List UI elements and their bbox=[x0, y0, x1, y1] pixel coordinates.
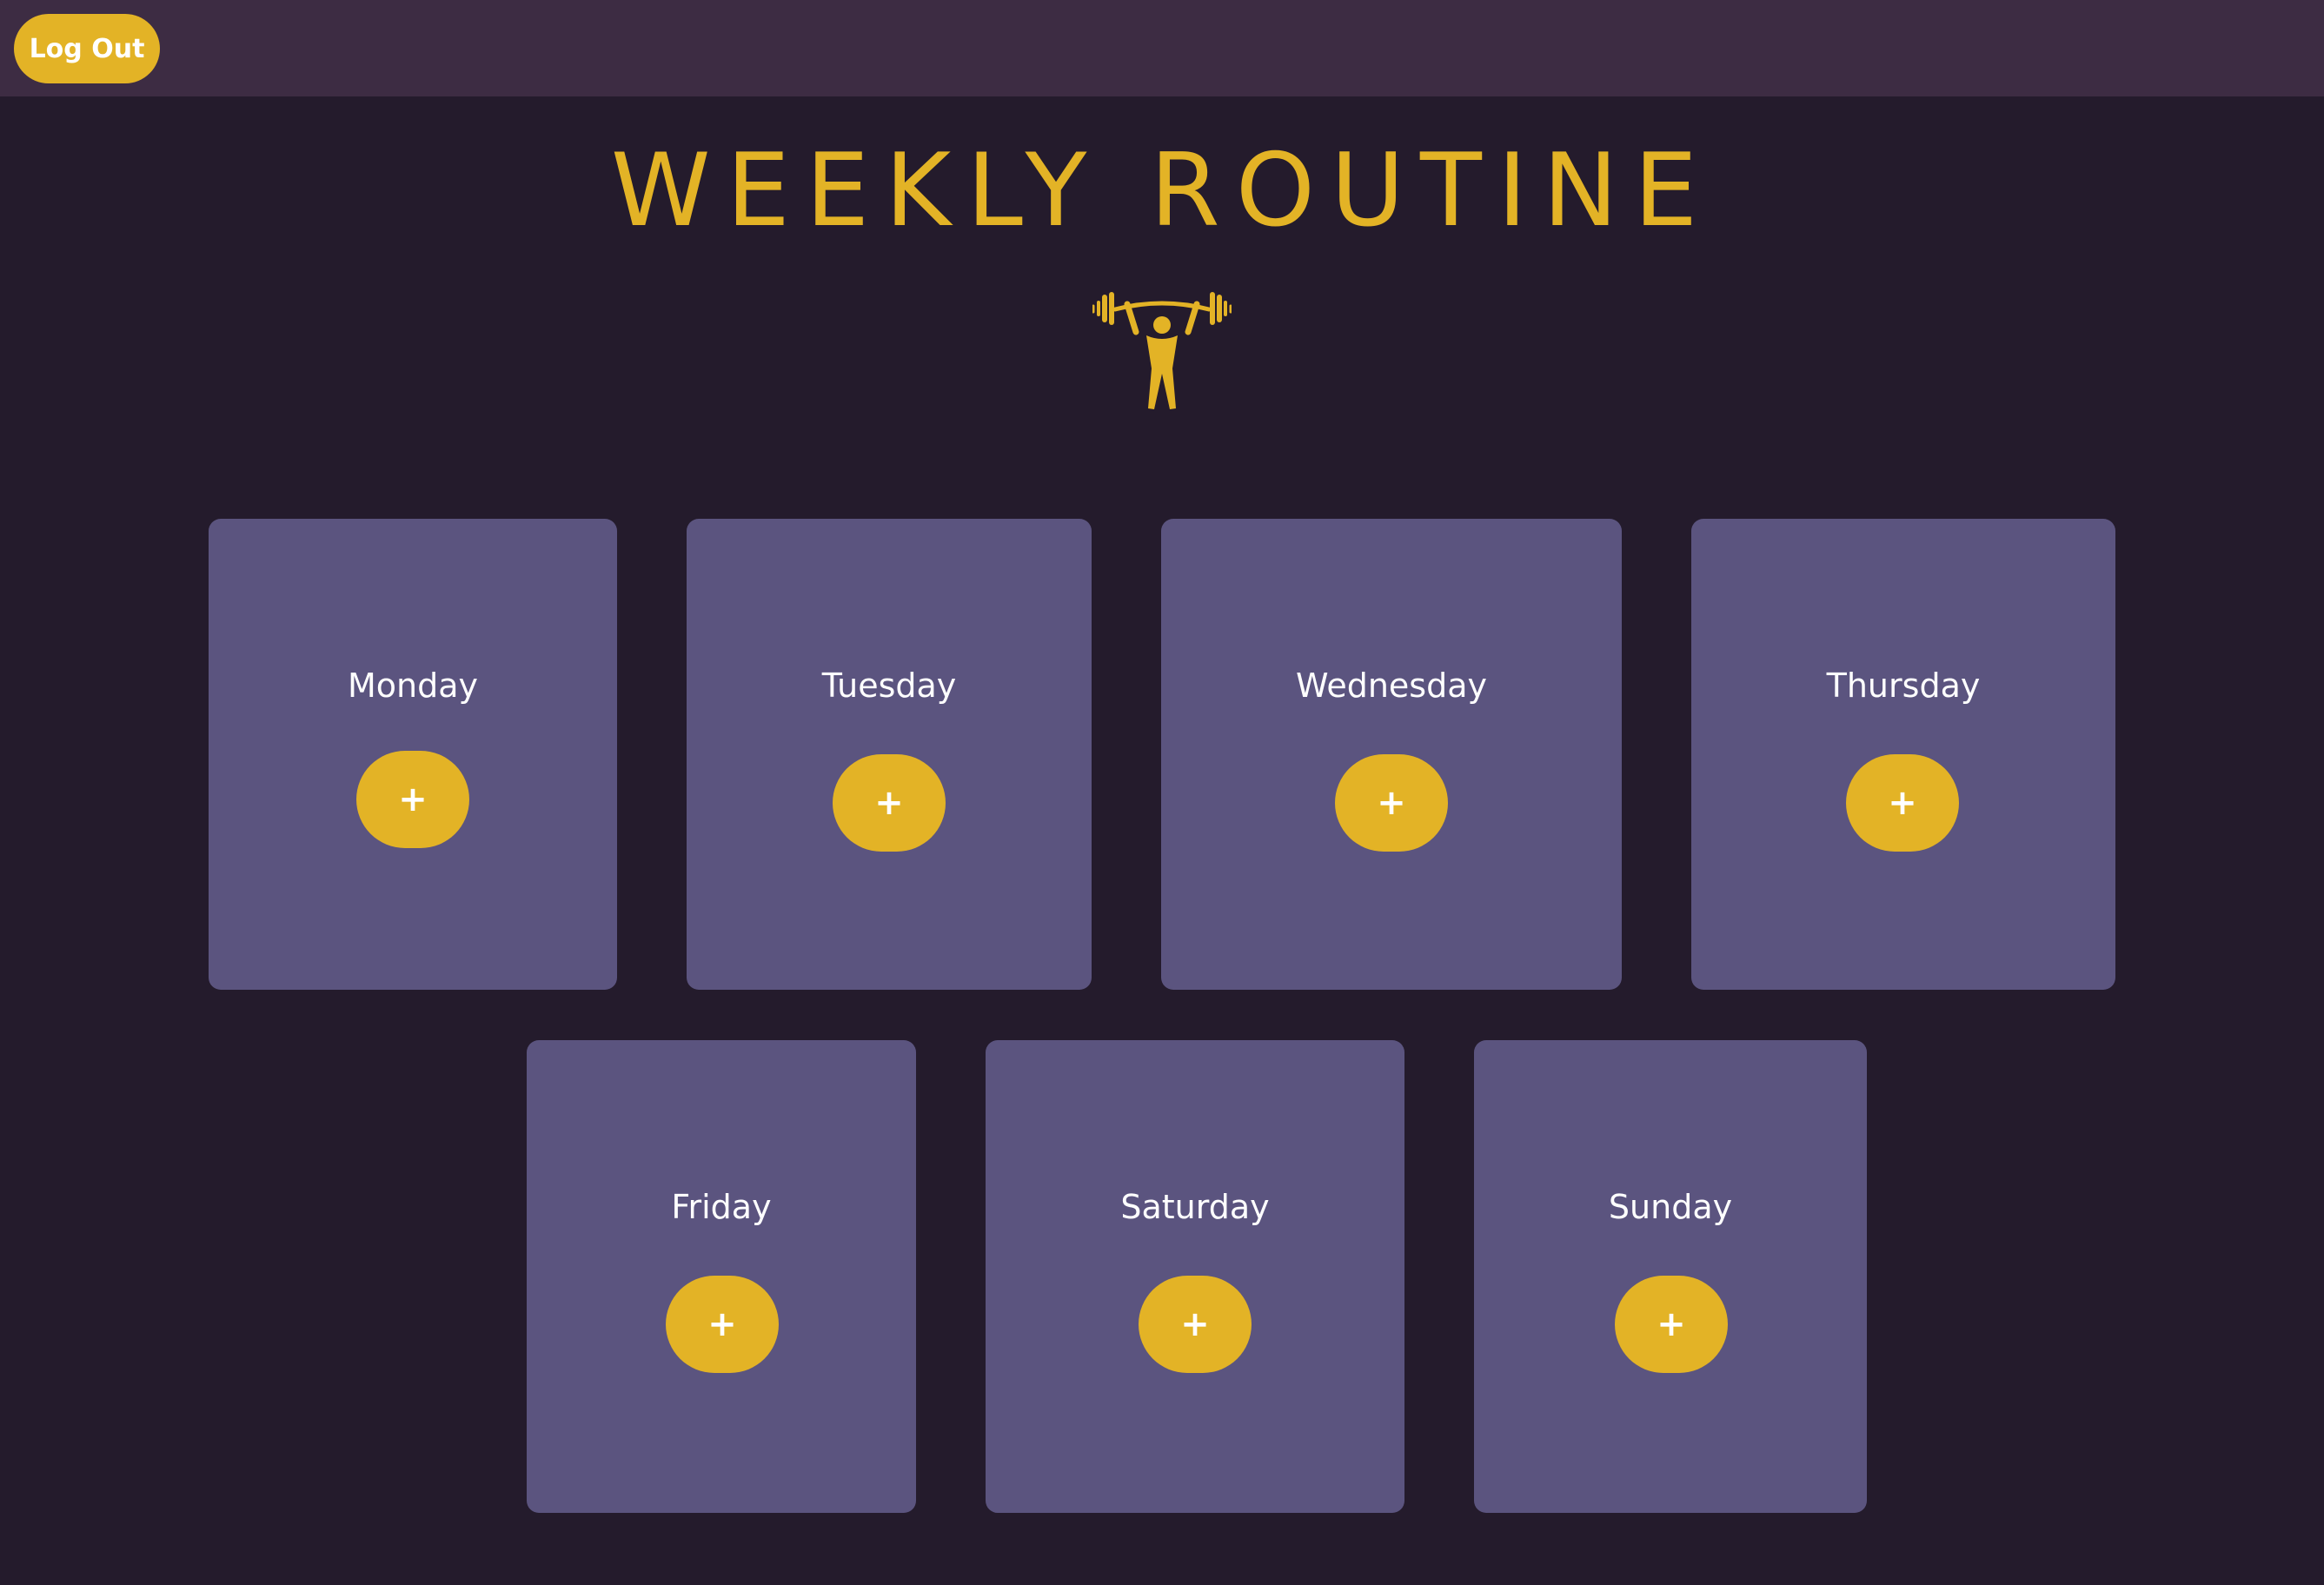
day-card-monday: Monday + bbox=[209, 519, 617, 990]
add-button-saturday[interactable]: + bbox=[1139, 1276, 1252, 1373]
add-button-monday[interactable]: + bbox=[356, 751, 469, 848]
day-card-thursday: Thursday + bbox=[1691, 519, 2115, 990]
weightlifter-icon bbox=[1092, 292, 1232, 409]
top-bar: Log Out bbox=[0, 0, 2324, 96]
day-card-friday: Friday + bbox=[527, 1040, 916, 1513]
day-card-wednesday: Wednesday + bbox=[1161, 519, 1622, 990]
day-name-sunday: Sunday bbox=[1608, 1188, 1733, 1226]
logout-button[interactable]: Log Out bbox=[14, 14, 160, 83]
add-button-wednesday[interactable]: + bbox=[1335, 754, 1448, 852]
day-name-thursday: Thursday bbox=[1826, 666, 1981, 705]
add-button-tuesday[interactable]: + bbox=[833, 754, 946, 852]
day-name-saturday: Saturday bbox=[1120, 1188, 1270, 1226]
add-button-friday[interactable]: + bbox=[666, 1276, 779, 1373]
day-card-sunday: Sunday + bbox=[1474, 1040, 1867, 1513]
day-card-saturday: Saturday + bbox=[986, 1040, 1404, 1513]
day-card-tuesday: Tuesday + bbox=[687, 519, 1092, 990]
day-name-tuesday: Tuesday bbox=[821, 666, 957, 705]
day-name-monday: Monday bbox=[347, 666, 478, 705]
day-name-friday: Friday bbox=[671, 1188, 772, 1226]
page-title: WEEKLY ROUTINE bbox=[610, 132, 1714, 249]
add-button-sunday[interactable]: + bbox=[1615, 1276, 1728, 1373]
day-name-wednesday: Wednesday bbox=[1295, 666, 1487, 705]
add-button-thursday[interactable]: + bbox=[1846, 754, 1959, 852]
